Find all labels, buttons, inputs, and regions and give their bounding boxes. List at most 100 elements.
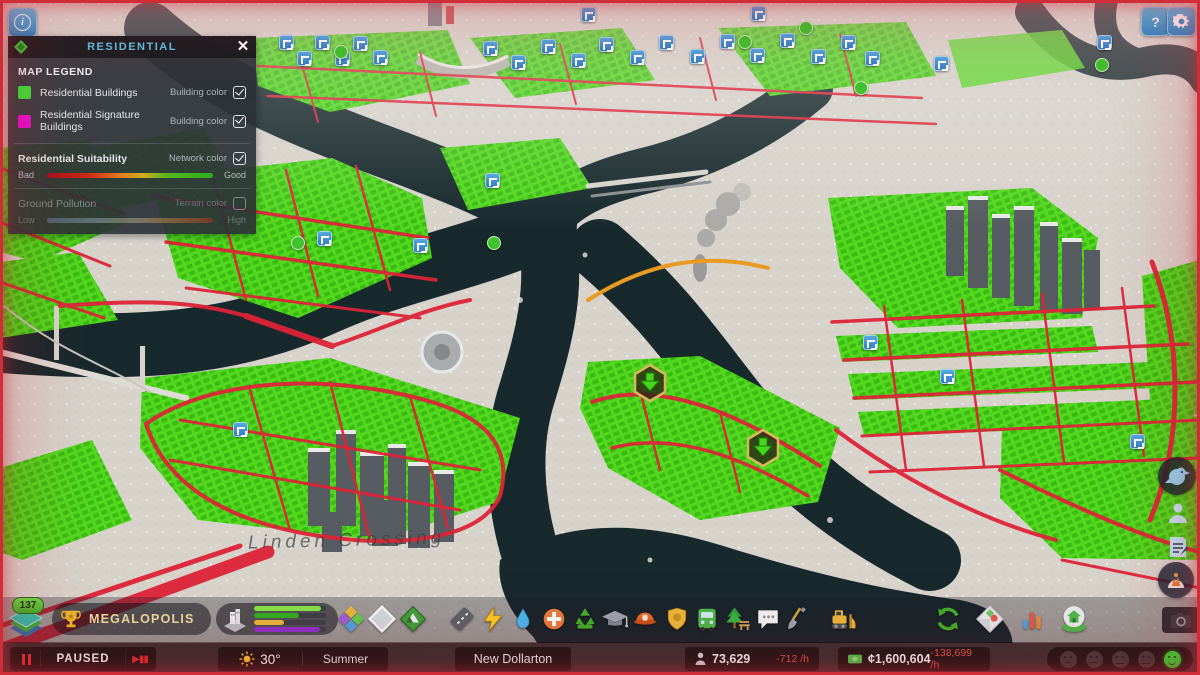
network-color-checkbox[interactable] [233,152,246,165]
building-notification-icon[interactable] [720,34,735,49]
statistics-icon [1023,612,1041,629]
scale-min-label: Bad [18,170,35,180]
building-notification-icon[interactable] [865,51,880,66]
tool-statistics-button[interactable] [1016,602,1048,636]
tool-transportation-button[interactable] [691,602,723,636]
zone-upgrade-badge[interactable] [745,428,781,468]
demand-bar-3 [254,627,326,632]
population-value: 73,629 [712,652,751,666]
building-notification-icon[interactable] [934,56,949,71]
building-notification-icon[interactable] [581,7,596,22]
levelup-notification-icon[interactable] [334,45,348,59]
building-notification-icon[interactable] [485,173,500,188]
population-change: -712 /h [776,653,809,665]
building-notification-icon[interactable] [317,231,332,246]
speed-button[interactable]: ▶▮▮ [126,649,154,669]
levelup-notification-icon[interactable] [799,21,813,35]
building-notification-icon[interactable] [690,49,705,64]
building-notification-icon[interactable] [751,6,766,21]
building-notification-icon[interactable] [780,33,795,48]
building-notification-icon[interactable] [511,55,526,70]
building-notification-icon[interactable] [1097,35,1112,50]
levelup-notification-icon[interactable] [1095,58,1109,72]
levelup-notification-icon[interactable] [487,236,501,250]
happiness-face-frown [1085,650,1103,668]
progression-icon [1062,606,1086,632]
levelup-notification-icon[interactable] [291,236,305,250]
building-notification-icon[interactable] [863,335,878,350]
game-screen: Linden Crossing i ? RESIDENTIAL ✕ MAP LE… [0,0,1200,675]
building-notification-icon[interactable] [750,48,765,63]
tool-police-button[interactable] [661,602,693,636]
legend-label: Residential Suitability [18,152,128,165]
tool-roads-button[interactable] [446,602,478,636]
building-notification-icon[interactable] [630,50,645,65]
building-notification-icon[interactable] [279,35,294,50]
money-display[interactable]: ¢1,600,604 -138,699 /h [838,647,990,671]
tool-fire-rescue-button[interactable] [629,602,661,636]
tool-water-sewage-button[interactable] [507,602,539,636]
tool-communications-button[interactable] [752,602,784,636]
tool-map-tiles-button[interactable] [974,602,1006,636]
building-color-checkbox-1[interactable] [233,86,246,99]
journal-button[interactable] [1160,530,1196,564]
close-icon[interactable]: ✕ [234,38,252,56]
chirper-button[interactable] [1158,457,1196,495]
tool-zoning-button[interactable] [335,602,367,636]
milestone-button[interactable]: MEGALOPOLIS [52,603,211,635]
building-notification-icon[interactable] [483,41,498,56]
xp-progress-button[interactable]: 137 [6,597,48,641]
building-notification-icon[interactable] [1130,434,1145,449]
demand-bar-2 [254,620,326,625]
pause-button[interactable] [12,649,40,669]
building-notification-icon[interactable] [599,37,614,52]
city-name-button[interactable]: New Dollarton [455,647,571,671]
tool-bulldozer-button[interactable] [827,602,859,636]
radio-button[interactable] [1158,562,1194,598]
population-display[interactable]: 73,629 -712 /h [685,647,819,671]
help-button[interactable]: ? [1141,7,1170,36]
building-notification-icon[interactable] [233,422,248,437]
happiness-display[interactable] [1047,647,1193,671]
tool-progression-button[interactable] [1058,602,1090,636]
building-notification-icon[interactable] [659,35,674,50]
info-views-button[interactable]: i [8,8,37,37]
building-notification-icon[interactable] [541,39,556,54]
levelup-notification-icon[interactable] [738,35,752,49]
tool-terraforming-button[interactable] [782,602,814,636]
building-notification-icon[interactable] [315,35,330,50]
journal-icon [1170,537,1188,557]
economy-icon [937,607,959,631]
building-notification-icon[interactable] [811,49,826,64]
settings-button[interactable] [1167,7,1196,36]
building-notification-icon[interactable] [841,35,856,50]
tool-parks-recreation-button[interactable] [722,602,754,636]
zone-upgrade-badge[interactable] [632,363,668,403]
building-notification-icon[interactable] [373,50,388,65]
tool-vegetation-button[interactable] [397,602,429,636]
building-notification-icon[interactable] [353,36,368,51]
simulation-speed-group: PAUSED ▶▮▮ [10,647,156,671]
building-notification-icon[interactable] [413,238,428,253]
population-icon [695,652,706,665]
tool-economy-button[interactable] [932,602,964,636]
tool-areas-button[interactable] [366,602,398,636]
demand-widget[interactable] [216,603,338,635]
pause-state-label: PAUSED [40,651,126,667]
tool-garbage-button[interactable] [569,602,601,636]
roads-icon [450,607,474,631]
money-change: -138,699 /h [930,647,972,671]
building-notification-icon[interactable] [297,51,312,66]
radio-icon [1158,562,1194,598]
citizen-info-button[interactable] [1160,496,1196,530]
building-color-checkbox-2[interactable] [233,114,246,128]
building-notification-icon[interactable] [571,53,586,68]
tool-electricity-button[interactable] [477,602,509,636]
levelup-notification-icon[interactable] [854,81,868,95]
tool-healthcare-button[interactable] [538,602,570,636]
season-label[interactable]: Summer [302,652,388,666]
tool-education-button[interactable] [599,602,631,636]
terrain-color-checkbox[interactable] [233,197,246,210]
building-notification-icon[interactable] [940,369,955,384]
happiness-face-frown [1059,650,1077,668]
